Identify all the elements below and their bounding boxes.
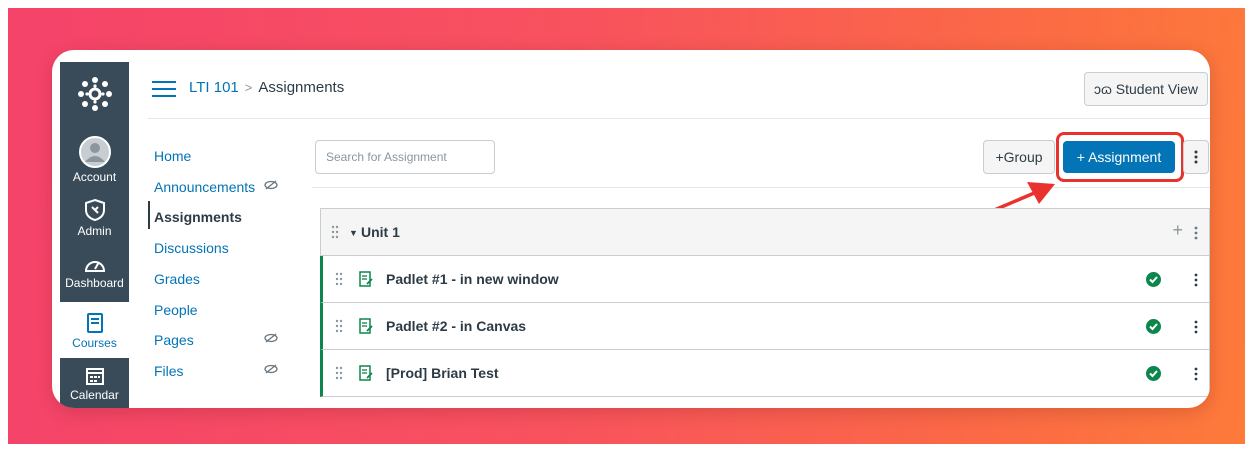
course-nav-people[interactable]: People (154, 302, 198, 318)
published-check-icon[interactable] (1146, 366, 1161, 381)
kebab-icon[interactable] (1194, 226, 1198, 240)
kebab-icon[interactable] (1194, 367, 1198, 381)
header-divider (148, 118, 1210, 119)
course-nav-files[interactable]: Files (154, 363, 184, 379)
assignment-row[interactable]: Padlet #2 - in Canvas (320, 303, 1210, 350)
assignment-icon (359, 365, 373, 381)
drag-handle-icon[interactable] (335, 272, 343, 286)
breadcrumb-course-link[interactable]: LTI 101 (189, 79, 239, 96)
global-nav-label: Dashboard (65, 276, 124, 290)
drag-handle-icon[interactable] (335, 319, 343, 333)
course-nav-active-indicator (148, 201, 150, 229)
assignment-icon (359, 271, 373, 287)
caret-down-icon[interactable]: ▼ (349, 228, 358, 238)
global-nav-label: Calendar (70, 388, 119, 402)
kebab-icon (1194, 150, 1198, 164)
breadcrumb: LTI 101 > Assignments (189, 79, 344, 96)
hamburger-icon[interactable] (152, 81, 176, 97)
annotation-highlight-box (1056, 132, 1184, 182)
course-nav-announcements[interactable]: Announcements (154, 179, 255, 195)
course-nav-grades[interactable]: Grades (154, 271, 200, 287)
assignment-title[interactable]: [Prod] Brian Test (386, 365, 499, 381)
global-nav-courses[interactable]: Courses (60, 302, 129, 358)
student-view-label: Student View (1115, 81, 1199, 97)
global-nav-dashboard[interactable]: Dashboard (60, 254, 129, 290)
calendar-icon (85, 368, 104, 385)
eye-slash-icon (264, 180, 278, 190)
assignment-search-input[interactable]: Search for Assignment (315, 140, 495, 174)
kebab-icon[interactable] (1194, 320, 1198, 334)
global-nav-admin[interactable]: Admin (60, 198, 129, 238)
course-nav-pages[interactable]: Pages (154, 332, 194, 348)
assignment-icon (359, 318, 373, 334)
glasses-icon: ɔɷ (1093, 81, 1116, 97)
global-nav-label: Courses (72, 336, 117, 350)
course-nav-assignments[interactable]: Assignments (154, 209, 242, 225)
assignment-group-title: Unit 1 (361, 224, 400, 240)
global-nav-account[interactable]: Account (60, 136, 129, 184)
canvas-logo-icon[interactable] (77, 76, 113, 112)
eye-slash-icon (264, 364, 278, 374)
global-nav: Account Admin Dashboard Courses Calendar (60, 62, 129, 408)
breadcrumb-separator: > (244, 80, 253, 95)
canvas-window: Account Admin Dashboard Courses Calendar… (52, 50, 1210, 408)
student-view-button[interactable]: ɔɷ Student View (1084, 72, 1208, 106)
published-check-icon[interactable] (1146, 272, 1161, 287)
assignment-row[interactable]: Padlet #1 - in new window (320, 256, 1210, 303)
book-icon (86, 313, 103, 333)
assignment-title[interactable]: Padlet #2 - in Canvas (386, 318, 526, 334)
global-nav-label: Admin (77, 224, 112, 238)
assignment-group-header[interactable]: ▼ Unit 1 + (320, 208, 1210, 256)
global-nav-calendar[interactable]: Calendar (60, 366, 129, 402)
dashboard-icon (84, 261, 105, 272)
assignment-title[interactable]: Padlet #1 - in new window (386, 271, 559, 287)
kebab-icon[interactable] (1194, 273, 1198, 287)
shield-icon (84, 198, 105, 222)
drag-handle-icon[interactable] (335, 366, 343, 380)
eye-slash-icon (264, 333, 278, 343)
toolbar-divider (312, 187, 1210, 188)
course-nav-discussions[interactable]: Discussions (154, 240, 229, 256)
published-check-icon[interactable] (1146, 319, 1161, 334)
add-group-button[interactable]: +Group (983, 140, 1055, 174)
course-nav-home[interactable]: Home (154, 148, 191, 164)
add-to-group-icon[interactable]: + (1172, 220, 1183, 241)
account-icon (78, 136, 111, 168)
drag-handle-icon[interactable] (331, 225, 339, 239)
assignment-row[interactable]: [Prod] Brian Test (320, 350, 1210, 397)
toolbar-more-button[interactable] (1183, 140, 1209, 174)
breadcrumb-current: Assignments (258, 79, 345, 96)
global-nav-label: Account (72, 170, 117, 184)
